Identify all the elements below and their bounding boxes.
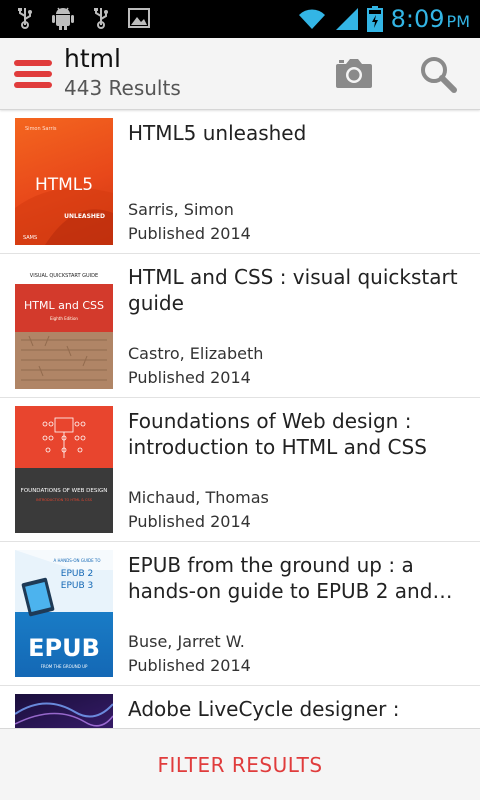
book-cover-image: A HANDS-ON GUIDE TO EPUB 2 EPUB 3 EPUB F… xyxy=(15,550,113,677)
book-published: Published 2014 xyxy=(128,512,251,531)
clock-time: 8:09 xyxy=(390,5,445,33)
filter-results-label: FILTER RESULTS xyxy=(157,752,323,777)
cover-title: HTML and CSS xyxy=(24,299,104,312)
notification-icons xyxy=(14,7,150,30)
book-title: Foundations of Web design : introduction… xyxy=(128,409,427,459)
book-author: Michaud, Thomas xyxy=(128,488,269,507)
list-item[interactable]: A HANDS-ON GUIDE TO EPUB 2 EPUB 3 EPUB F… xyxy=(0,542,480,686)
book-meta: Sarris, Simon Published 2014 xyxy=(128,198,251,246)
book-info: Adobe LiveCycle designer : xyxy=(128,696,464,728)
clock-ampm: PM xyxy=(446,12,470,31)
list-item[interactable]: Simon Sarris HTML5 UNLEASHED SAMS HTML5 … xyxy=(0,110,480,254)
book-author: Buse, Jarret W. xyxy=(128,632,245,651)
book-published: Published 2014 xyxy=(128,224,251,243)
camera-icon[interactable] xyxy=(334,56,374,92)
clock: 8:09 PM xyxy=(391,4,470,37)
cover-tagline: A HANDS-ON GUIDE TO xyxy=(53,558,100,563)
book-info: EPUB from the ground up : a hands-on gui… xyxy=(128,552,464,678)
hamburger-menu-icon[interactable] xyxy=(14,58,52,90)
book-cover-image: FOUNDATIONS OF WEB DESIGN INTRODUCTION T… xyxy=(15,406,113,533)
usb-icon xyxy=(14,7,36,29)
book-title: Adobe LiveCycle designer : xyxy=(128,697,400,721)
results-list: Simon Sarris HTML5 UNLEASHED SAMS HTML5 … xyxy=(0,110,480,728)
search-query-header: html 443 Results xyxy=(64,43,181,101)
cover-title: EPUB xyxy=(28,634,100,662)
list-item[interactable]: Adobe LiveCycle designer : xyxy=(0,686,480,728)
cover-subtitle: FROM THE GROUND UP xyxy=(41,664,88,669)
book-cover-image: Simon Sarris HTML5 UNLEASHED SAMS xyxy=(15,118,113,245)
wifi-icon xyxy=(297,7,327,35)
cover-author: Simon Sarris xyxy=(25,126,57,132)
book-meta: Michaud, Thomas Published 2014 xyxy=(128,486,269,534)
cover-title: HTML5 xyxy=(35,175,93,195)
book-info: HTML and CSS : visual quickstart guide C… xyxy=(128,264,464,390)
cover-epub3: EPUB 3 xyxy=(61,581,93,591)
book-info: Foundations of Web design : introduction… xyxy=(128,408,464,534)
cover-subtitle: INTRODUCTION TO HTML & CSS xyxy=(36,498,93,502)
cover-subtitle: UNLEASHED xyxy=(64,213,105,220)
usb-icon xyxy=(90,7,112,29)
search-icon[interactable] xyxy=(418,54,458,94)
book-title: EPUB from the ground up : a hands-on gui… xyxy=(128,553,433,603)
android-debug-icon xyxy=(52,7,74,30)
book-meta: Castro, Elizabeth Published 2014 xyxy=(128,342,263,390)
book-info: HTML5 unleashed Sarris, Simon Published … xyxy=(128,120,464,246)
book-title: HTML and CSS : visual quickstart guide xyxy=(128,265,458,315)
book-author: Sarris, Simon xyxy=(128,200,234,219)
book-title: HTML5 unleashed xyxy=(128,121,307,145)
app-bar: html 443 Results xyxy=(0,38,480,110)
cover-title: FOUNDATIONS OF WEB DESIGN xyxy=(21,488,108,494)
system-icons: 8:09 PM xyxy=(297,4,470,37)
cover-epub2: EPUB 2 xyxy=(61,569,93,579)
signal-icon xyxy=(335,7,359,35)
page-title: html xyxy=(64,44,121,73)
book-published: Published 2014 xyxy=(128,368,251,387)
cover-publisher: SAMS xyxy=(23,235,37,241)
book-published: Published 2014 xyxy=(128,656,251,675)
results-count: 443 Results xyxy=(64,76,181,100)
list-item[interactable]: VISUAL QUICKSTART GUIDE HTML and CSS Eig… xyxy=(0,254,480,398)
cover-edition: Eighth Edition xyxy=(50,316,78,321)
filter-results-button[interactable]: FILTER RESULTS xyxy=(0,728,480,800)
status-bar: 8:09 PM xyxy=(0,0,480,38)
book-author: Castro, Elizabeth xyxy=(128,344,264,363)
book-cover-image xyxy=(15,694,113,728)
cover-series: VISUAL QUICKSTART GUIDE xyxy=(30,273,98,279)
book-cover-image: VISUAL QUICKSTART GUIDE HTML and CSS Eig… xyxy=(15,262,113,389)
book-meta: Buse, Jarret W. Published 2014 xyxy=(128,630,251,678)
list-item[interactable]: FOUNDATIONS OF WEB DESIGN INTRODUCTION T… xyxy=(0,398,480,542)
image-icon xyxy=(128,7,150,29)
battery-charging-icon xyxy=(366,5,383,36)
